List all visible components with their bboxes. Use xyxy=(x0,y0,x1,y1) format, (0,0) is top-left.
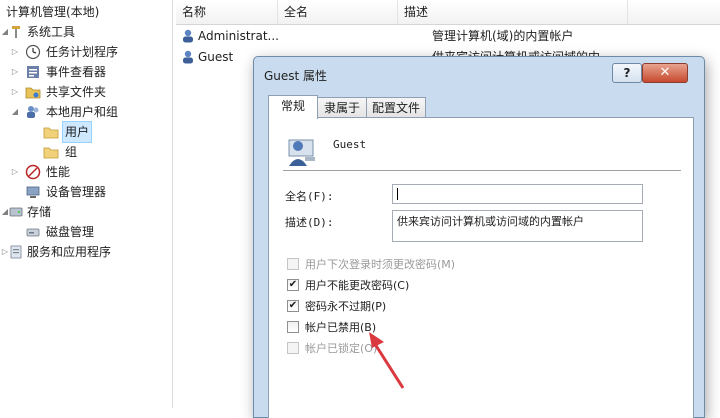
tab-profile[interactable]: 配置文件 xyxy=(366,97,426,118)
tree-item-label: 用户 xyxy=(61,121,93,143)
username-label: Guest xyxy=(333,138,367,151)
annotation-arrow-icon xyxy=(369,332,405,389)
password-never-expires-checkbox[interactable]: ✔ xyxy=(287,300,299,312)
password-never-expires-label: 密码永不过期(P) xyxy=(305,300,387,313)
must-change-password-label: 用户下次登录时须更改密码(M) xyxy=(305,258,456,271)
collapse-arrow-icon[interactable]: ▷ xyxy=(10,62,20,82)
tree-item-label: 任务计划程序 xyxy=(46,45,119,59)
help-button[interactable]: ? xyxy=(612,63,642,83)
cannot-change-password-checkbox[interactable]: ✔ xyxy=(287,279,299,291)
services-icon xyxy=(10,245,22,259)
guest-properties-dialog: Guest 属性 ? ✕ 常规 隶属于 配置文件 Guest 全名(F): 描述… xyxy=(253,56,705,418)
user-icon xyxy=(183,50,193,64)
column-header-fullname[interactable]: 全名 xyxy=(278,0,398,24)
text-cursor xyxy=(397,188,398,200)
storage-icon xyxy=(9,207,23,217)
must-change-password-checkbox[interactable] xyxy=(287,258,299,270)
device-manager-icon xyxy=(26,186,40,198)
column-header-name[interactable]: 名称 xyxy=(176,0,278,24)
folder-icon xyxy=(43,147,59,159)
folder-icon xyxy=(43,127,59,139)
clock-icon xyxy=(25,44,41,60)
description-label: 描述(D): xyxy=(285,216,334,229)
fullname-input[interactable] xyxy=(392,184,643,204)
tree-item-label: 服务和应用程序 xyxy=(27,245,112,259)
tab-general[interactable]: 常规 xyxy=(268,95,318,119)
tree-item-label: 性能 xyxy=(46,165,71,179)
collapse-arrow-icon[interactable]: ▷ xyxy=(10,162,20,182)
description-input[interactable]: 供来宾访问计算机或访问域的内置帐户 xyxy=(392,210,643,242)
user-icon xyxy=(183,29,193,43)
shared-folder-icon xyxy=(25,87,41,99)
tab-member-of[interactable]: 隶属于 xyxy=(317,97,367,118)
cell-description: 管理计算机(域)的内置帐户 xyxy=(432,29,574,43)
tree-item-label: 存储 xyxy=(27,205,52,219)
general-tab-panel: Guest 全名(F): 描述(D): 供来宾访问计算机或访问域的内置帐户 用户… xyxy=(268,117,694,418)
close-button[interactable]: ✕ xyxy=(642,63,688,83)
table-row[interactable]: Administrat... 管理计算机(域)的内置帐户 xyxy=(176,25,720,47)
fullname-label: 全名(F): xyxy=(285,190,334,203)
account-locked-checkbox[interactable] xyxy=(287,342,299,354)
divider xyxy=(283,170,681,171)
tree-item-label: 系统工具 xyxy=(27,25,76,39)
tree-item-label: 设备管理器 xyxy=(46,185,107,199)
account-disabled-checkbox[interactable] xyxy=(287,321,299,333)
cannot-change-password-label: 用户不能更改密码(C) xyxy=(305,279,410,292)
dialog-title: Guest 属性 xyxy=(264,69,328,83)
navigation-tree: 计算机管理(本地) ◢ 系统工具 ▷ 任务计划程序 ▷ 事件查看器 ▷ 共享文件… xyxy=(0,0,173,408)
disk-icon xyxy=(26,228,40,237)
list-header: 名称 全名 描述 xyxy=(176,0,720,25)
event-viewer-icon xyxy=(27,66,39,78)
users-icon xyxy=(27,106,39,118)
cell-name: Administrat... xyxy=(198,29,278,43)
tree-item-label: 事件查看器 xyxy=(46,65,107,79)
column-header-description[interactable]: 描述 xyxy=(398,0,628,24)
collapse-arrow-icon[interactable]: ▷ xyxy=(10,42,20,62)
tree-item-label: 本地用户和组 xyxy=(46,105,119,119)
tree-item-label: 组 xyxy=(65,145,78,159)
expand-arrow-icon[interactable]: ◢ xyxy=(10,102,20,122)
performance-icon xyxy=(25,164,41,180)
tree-item-label: 共享文件夹 xyxy=(46,85,107,99)
tree-item-label: 磁盘管理 xyxy=(46,225,95,239)
tree-item-label: 计算机管理(本地) xyxy=(6,5,100,19)
tools-icon xyxy=(12,26,20,38)
user-large-icon xyxy=(288,139,315,166)
collapse-arrow-icon[interactable]: ▷ xyxy=(10,82,20,102)
